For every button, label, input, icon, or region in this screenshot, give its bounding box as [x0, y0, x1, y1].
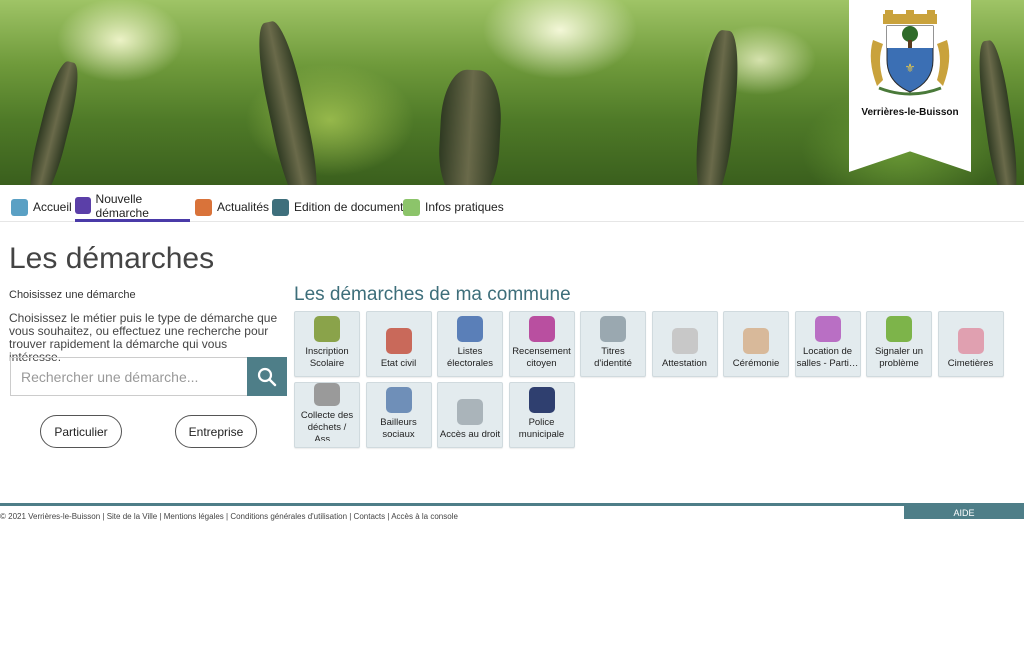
tile-label: Cimetières [947, 358, 994, 369]
id-card-icon [600, 316, 626, 342]
footer: © 2021 Verrières-le-Buisson | Site de la… [0, 503, 1024, 521]
demarche-tile[interactable]: Collecte des déchets / Ass… [294, 382, 360, 448]
search-button[interactable] [247, 357, 287, 396]
school-bag-icon [314, 316, 340, 342]
search-input[interactable]: Rechercher une démarche... [10, 357, 247, 396]
tile-label: Attestation [662, 358, 707, 369]
tile-label: Bailleurs sociaux [380, 417, 417, 440]
home-icon [11, 198, 28, 216]
police-icon [528, 387, 555, 413]
nav-item-label: Edition de documents [294, 200, 410, 214]
lightbulb-icon [403, 198, 420, 216]
speech-bubble-icon [457, 399, 483, 425]
nav-item-nouvelle-demarche[interactable]: Nouvelle démarche [75, 192, 190, 222]
nav-item-label: Nouvelle démarche [95, 191, 149, 220]
nav-item-infos-pratiques[interactable]: Infos pratiques [403, 192, 504, 222]
house-search-icon [814, 316, 841, 342]
commune-crest[interactable]: ⚜ Verrières-le-Buisson [849, 0, 971, 172]
help-button[interactable]: AIDE [904, 506, 1024, 519]
header-banner: ⚜ Verrières-le-Buisson [0, 0, 1024, 185]
banner-tree-trunk [691, 28, 743, 185]
banner-tree-trunk [436, 68, 504, 185]
demarche-tile[interactable]: Accès au droit [437, 382, 503, 448]
trash-bin-icon [314, 383, 340, 406]
banner-tree-trunk [973, 38, 1023, 185]
demarche-tile[interactable]: Listes électorales [437, 311, 503, 377]
census-icon [528, 316, 555, 342]
banner-tree-trunk [23, 58, 85, 185]
demarche-tile[interactable]: Etat civil [365, 311, 432, 377]
demarche-tile[interactable]: Cimetières [937, 311, 1004, 377]
news-icon [195, 198, 212, 216]
demarche-tile[interactable]: Signaler un problème [866, 311, 932, 377]
civil-registry-icon [385, 328, 412, 354]
tile-label: Etat civil [380, 358, 417, 369]
demarche-tile[interactable]: Location de salles - Parti… [794, 311, 861, 377]
tile-label: Police municipale [518, 417, 565, 440]
tile-label: Collecte des déchets / Ass… [300, 409, 354, 441]
nav-item-actualites[interactable]: Actualités [195, 192, 269, 222]
tile-label: Titres d'identité [594, 346, 632, 369]
tile-label: Location de salles - Parti… [796, 346, 859, 369]
tile-label: Recensement citoyen [512, 346, 571, 369]
commune-name: Verrières-le-Buisson [861, 107, 959, 118]
nav-item-accueil[interactable]: Accueil [11, 192, 72, 222]
nav-item-edition-documents[interactable]: Edition de documents [272, 192, 409, 222]
printer-icon [272, 198, 289, 216]
nav-item-label: Accueil [33, 200, 72, 214]
search-icon [257, 367, 277, 386]
document-icon [671, 328, 698, 354]
demarche-tile[interactable]: Titres d'identité [580, 311, 646, 377]
demarche-tile[interactable]: Cérémonie [723, 311, 789, 377]
banner-tree-trunk [250, 18, 326, 185]
particulier-button[interactable]: Particulier [40, 415, 122, 448]
nav-item-label: Infos pratiques [425, 200, 504, 214]
footer-links[interactable]: © 2021 Verrières-le-Buisson | Site de la… [0, 512, 458, 521]
commune-section-title: Les démarches de ma commune [294, 284, 571, 305]
tile-label: Cérémonie [732, 358, 780, 369]
demarche-tile[interactable]: Police municipale [508, 382, 575, 448]
main-navigation: Accueil Nouvelle démarche Actualités Edi… [0, 186, 1024, 222]
demarche-tile[interactable]: Bailleurs sociaux [365, 382, 432, 448]
tile-label: Signaler un problème [874, 346, 924, 369]
entreprise-button[interactable]: Entreprise [175, 415, 257, 448]
ballot-card-icon [457, 316, 483, 342]
tile-label: Accès au droit [439, 429, 501, 440]
demarche-tile[interactable]: Inscription Scolaire [294, 311, 360, 377]
tile-label: Inscription Scolaire [305, 346, 349, 369]
search-bar: Rechercher une démarche... [10, 357, 287, 396]
tile-label: Listes électorales [447, 346, 493, 369]
new-form-icon [75, 197, 91, 214]
nav-item-label: Actualités [217, 200, 270, 214]
handshake-icon [743, 328, 769, 354]
coat-of-arms-icon: ⚜ [870, 10, 950, 96]
building-icon [385, 387, 412, 413]
demarche-tile[interactable]: Recensement citoyen [508, 311, 575, 377]
demarche-tile[interactable]: Attestation [651, 311, 718, 377]
svg-text:⚜: ⚜ [905, 61, 916, 75]
flower-icon [957, 328, 984, 354]
page-title: Les démarches [9, 242, 215, 275]
page-subtitle: Choisissez une démarche [9, 289, 136, 301]
tree-signal-icon [886, 316, 912, 342]
